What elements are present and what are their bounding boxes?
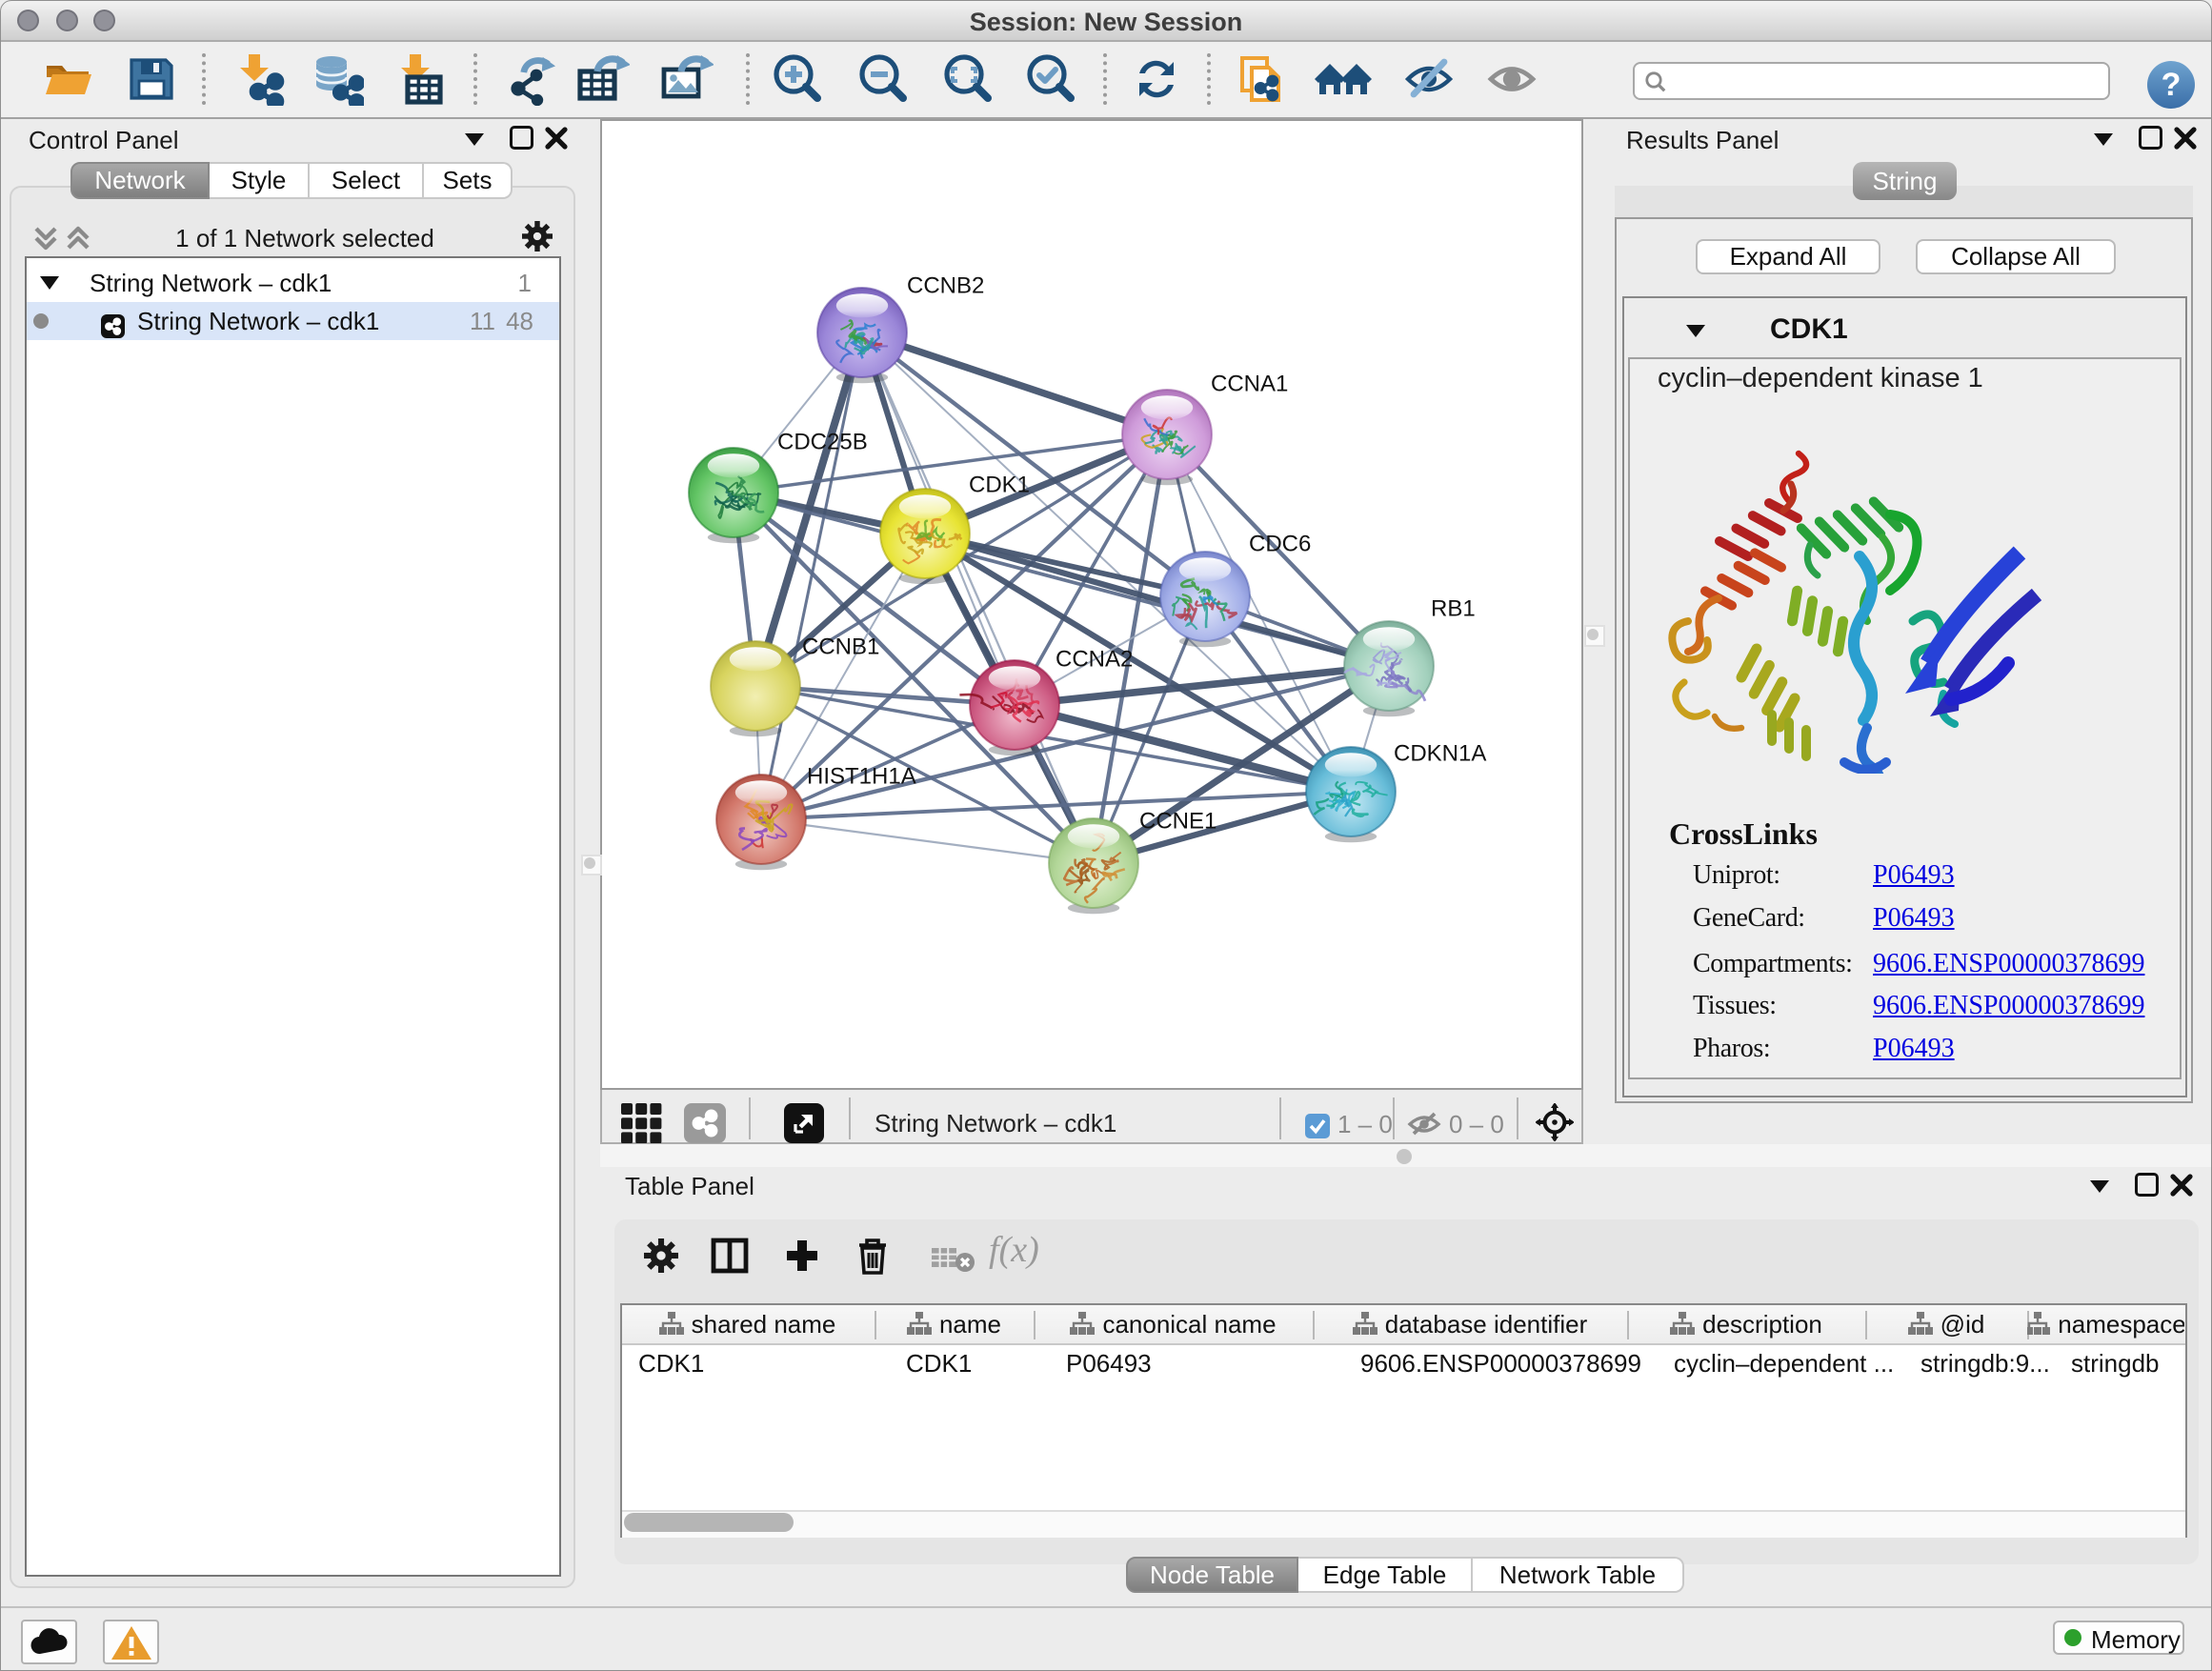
svg-text:CCNA1: CCNA1 [1211, 371, 1288, 396]
svg-text:CCNB1: CCNB1 [802, 634, 879, 659]
svg-text:CCNB2: CCNB2 [907, 272, 984, 298]
svg-text:RB1: RB1 [1431, 595, 1476, 621]
svg-text:CCNE1: CCNE1 [1139, 808, 1217, 834]
svg-text:CDC25B: CDC25B [777, 429, 868, 454]
svg-text:CDKN1A: CDKN1A [1394, 740, 1486, 766]
svg-text:CDK1: CDK1 [969, 472, 1030, 497]
svg-text:?: ? [2162, 67, 2182, 103]
svg-text:HIST1H1A: HIST1H1A [807, 763, 916, 789]
svg-text:CCNA2: CCNA2 [1056, 646, 1133, 672]
svg-text:CDC6: CDC6 [1249, 531, 1311, 556]
